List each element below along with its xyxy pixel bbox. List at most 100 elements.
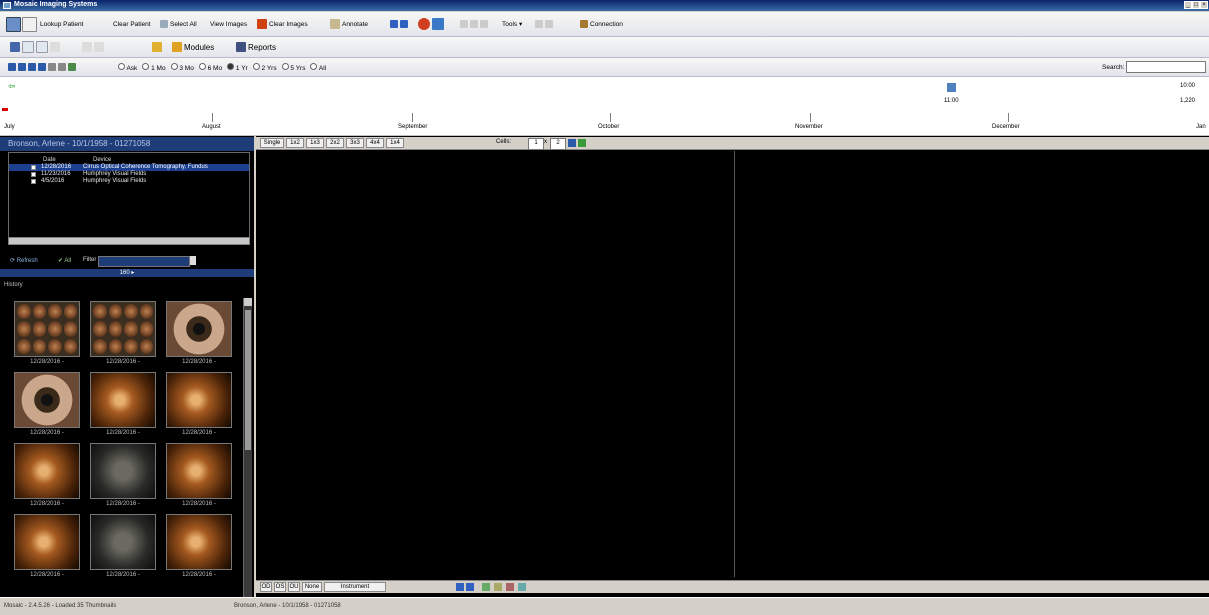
apply-icon[interactable] bbox=[568, 139, 576, 147]
study-row[interactable]: 4/5/2016 Humphrey Visual Fields bbox=[9, 178, 249, 185]
date-filter-option[interactable]: 1 Yr bbox=[227, 62, 248, 72]
study-checkbox[interactable] bbox=[31, 179, 36, 184]
layout-button[interactable]: 4x4 bbox=[366, 138, 384, 148]
folder-icon[interactable] bbox=[152, 42, 162, 52]
lookup-patient-button[interactable]: Lookup Patient bbox=[40, 12, 83, 36]
maximize-button[interactable]: □ bbox=[1192, 1, 1200, 9]
tool-d-icon[interactable] bbox=[518, 583, 526, 591]
thumbnail[interactable] bbox=[14, 372, 80, 428]
layout-button[interactable]: Single bbox=[260, 138, 284, 148]
date-filter-option[interactable]: Ask bbox=[118, 62, 137, 72]
layout-button[interactable]: 3x3 bbox=[346, 138, 364, 148]
patient-icon[interactable] bbox=[6, 16, 21, 32]
copy-icon[interactable] bbox=[22, 41, 34, 53]
arrow-left-icon[interactable] bbox=[390, 20, 398, 28]
tools-menu[interactable]: Tools ▾ bbox=[502, 12, 522, 36]
thumbnail-label: 12/28/2016 - bbox=[30, 359, 64, 365]
refresh-icon[interactable] bbox=[68, 63, 76, 71]
date-filter-option[interactable]: 5 Yrs bbox=[281, 62, 305, 72]
date-filter-option[interactable]: 3 Mo bbox=[170, 62, 194, 72]
thumbnail[interactable] bbox=[90, 514, 156, 570]
all-toggle[interactable]: ✔ All bbox=[58, 257, 71, 264]
arrow-right-icon[interactable] bbox=[400, 20, 408, 28]
refresh-link[interactable]: ⟳ Refresh bbox=[10, 257, 38, 264]
study-checkbox[interactable] bbox=[31, 165, 36, 170]
annotate-button[interactable]: Annotate bbox=[330, 12, 368, 36]
first-icon[interactable] bbox=[8, 63, 16, 71]
grid-icon[interactable] bbox=[48, 63, 56, 71]
search-input[interactable] bbox=[1126, 61, 1207, 73]
cells-x-select[interactable]: 1 bbox=[528, 138, 544, 150]
close-button[interactable]: × bbox=[1200, 1, 1208, 9]
paste-icon[interactable] bbox=[36, 41, 48, 53]
scroll-up-icon[interactable] bbox=[244, 298, 252, 306]
home-icon[interactable]: ⇦ bbox=[8, 81, 16, 92]
layout-button[interactable]: 1x2 bbox=[286, 138, 304, 148]
stop-icon[interactable] bbox=[418, 18, 430, 30]
thumbnail[interactable] bbox=[14, 514, 80, 570]
thumbnail-scrollbar[interactable] bbox=[243, 298, 252, 597]
date-filter-option[interactable]: 6 Mo bbox=[198, 62, 222, 72]
last-icon[interactable] bbox=[38, 63, 46, 71]
tool-c-icon[interactable] bbox=[506, 583, 514, 591]
viewer-split[interactable] bbox=[734, 151, 735, 577]
layout-button[interactable]: 1x3 bbox=[306, 138, 324, 148]
filter-spin-icon[interactable] bbox=[190, 256, 196, 265]
next-icon[interactable] bbox=[28, 63, 36, 71]
zoom-in-icon[interactable] bbox=[460, 20, 468, 28]
layout-button[interactable]: 1x4 bbox=[386, 138, 404, 148]
eye-filter-button[interactable]: OS bbox=[274, 582, 286, 592]
studies-horizontal-scrollbar[interactable] bbox=[8, 237, 250, 245]
connection-button[interactable]: Connection bbox=[580, 12, 623, 36]
cells-y-select[interactable]: 2 bbox=[550, 138, 566, 150]
date-filter-option[interactable]: All bbox=[310, 62, 326, 72]
thumbnail[interactable] bbox=[166, 372, 232, 428]
layout-button[interactable]: 2x2 bbox=[326, 138, 344, 148]
filter-input[interactable] bbox=[98, 256, 190, 267]
date-filter-option[interactable]: 1 Mo bbox=[142, 62, 166, 72]
play-back-icon[interactable] bbox=[456, 583, 464, 591]
image-viewer[interactable] bbox=[256, 136, 1209, 597]
scroll-thumb[interactable] bbox=[245, 310, 251, 450]
back-icon[interactable] bbox=[82, 42, 92, 52]
sync-icon[interactable] bbox=[578, 139, 586, 147]
tool-b-icon[interactable] bbox=[494, 583, 502, 591]
select-all-button[interactable]: Select All bbox=[160, 12, 197, 36]
clear-images-button[interactable]: Clear Images bbox=[257, 12, 308, 36]
modules-button[interactable]: Modules bbox=[172, 37, 214, 57]
thumbnail[interactable] bbox=[166, 301, 232, 357]
thumbnail[interactable] bbox=[166, 443, 232, 499]
crop-icon[interactable] bbox=[50, 42, 60, 52]
thumbnail[interactable] bbox=[90, 443, 156, 499]
thumbnail[interactable] bbox=[90, 301, 156, 357]
view-images-button[interactable]: View Images bbox=[210, 12, 247, 36]
thumbnail[interactable] bbox=[14, 301, 80, 357]
tool-a-icon[interactable] bbox=[482, 583, 490, 591]
list-icon[interactable] bbox=[58, 63, 66, 71]
study-checkbox[interactable] bbox=[31, 172, 36, 177]
eye-filter-button[interactable]: None bbox=[302, 582, 322, 592]
minimize-button[interactable]: _ bbox=[1184, 1, 1192, 9]
study-row[interactable]: 11/23/2016 Humphrey Visual Fields bbox=[9, 171, 249, 178]
pen-icon[interactable] bbox=[10, 42, 20, 52]
study-marker-icon[interactable] bbox=[947, 83, 956, 92]
export-icon[interactable] bbox=[535, 20, 543, 28]
thumbnail[interactable] bbox=[90, 372, 156, 428]
print-icon[interactable] bbox=[545, 20, 553, 28]
forward-icon[interactable] bbox=[94, 42, 104, 52]
clear-patient-button[interactable]: Clear Patient bbox=[113, 12, 151, 36]
patient-card-icon[interactable] bbox=[22, 16, 37, 32]
reports-button[interactable]: Reports bbox=[236, 37, 276, 57]
play-icon[interactable] bbox=[466, 583, 474, 591]
prev-icon[interactable] bbox=[18, 63, 26, 71]
eye-filter-button[interactable]: Instrument bbox=[324, 582, 386, 592]
study-row[interactable]: 12/28/2016 Cirrus Optical Coherence Tomog… bbox=[9, 164, 249, 171]
eye-filter-button[interactable]: OD bbox=[260, 582, 272, 592]
monitor-icon[interactable] bbox=[432, 18, 444, 30]
eye-filter-button[interactable]: OU bbox=[288, 582, 300, 592]
thumbnail[interactable] bbox=[166, 514, 232, 570]
thumbnail[interactable] bbox=[14, 443, 80, 499]
measure-icon[interactable] bbox=[480, 20, 488, 28]
zoom-out-icon[interactable] bbox=[470, 20, 478, 28]
date-filter-option[interactable]: 2 Yrs bbox=[252, 62, 277, 72]
